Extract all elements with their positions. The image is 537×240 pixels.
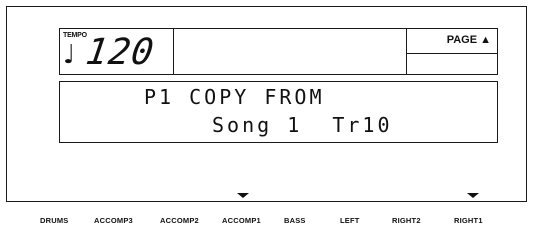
part-label-accomp2[interactable]: ACCOMP2 xyxy=(160,216,199,225)
tempo-label: TEMPO xyxy=(63,32,87,39)
right1-indicator-arrow-icon xyxy=(467,193,479,198)
display-line-1: P1 COPY FROM xyxy=(144,85,325,109)
part-label-left[interactable]: LEFT xyxy=(340,216,360,225)
part-label-drums[interactable]: DRUMS xyxy=(40,216,69,225)
lcd-panel: TEMPO ♩ 120 PAGE ▲ P1 COPY FROM Song 1 T… xyxy=(6,6,527,202)
quarter-note-icon: ♩ xyxy=(63,40,76,70)
status-box xyxy=(174,28,407,75)
part-labels: DRUMS ACCOMP3 ACCOMP2 ACCOMP1 BASS LEFT … xyxy=(0,216,537,228)
tempo-box: TEMPO ♩ 120 xyxy=(59,28,174,75)
part-label-accomp1[interactable]: ACCOMP1 xyxy=(222,216,261,225)
page-label: PAGE ▲ xyxy=(446,34,491,46)
part-label-right1[interactable]: RIGHT1 xyxy=(454,216,483,225)
main-display: P1 COPY FROM Song 1 Tr10 xyxy=(59,81,498,143)
display-line-2: Song 1 Tr10 xyxy=(212,113,393,137)
part-label-accomp3[interactable]: ACCOMP3 xyxy=(94,216,133,225)
page-indicator[interactable]: PAGE ▲ xyxy=(406,28,498,54)
part-label-right2[interactable]: RIGHT2 xyxy=(392,216,421,225)
page-sub-box xyxy=(406,53,498,75)
accomp1-indicator-arrow-icon xyxy=(237,193,249,198)
tempo-value: 120 xyxy=(83,32,157,73)
part-label-bass[interactable]: BASS xyxy=(284,216,306,225)
